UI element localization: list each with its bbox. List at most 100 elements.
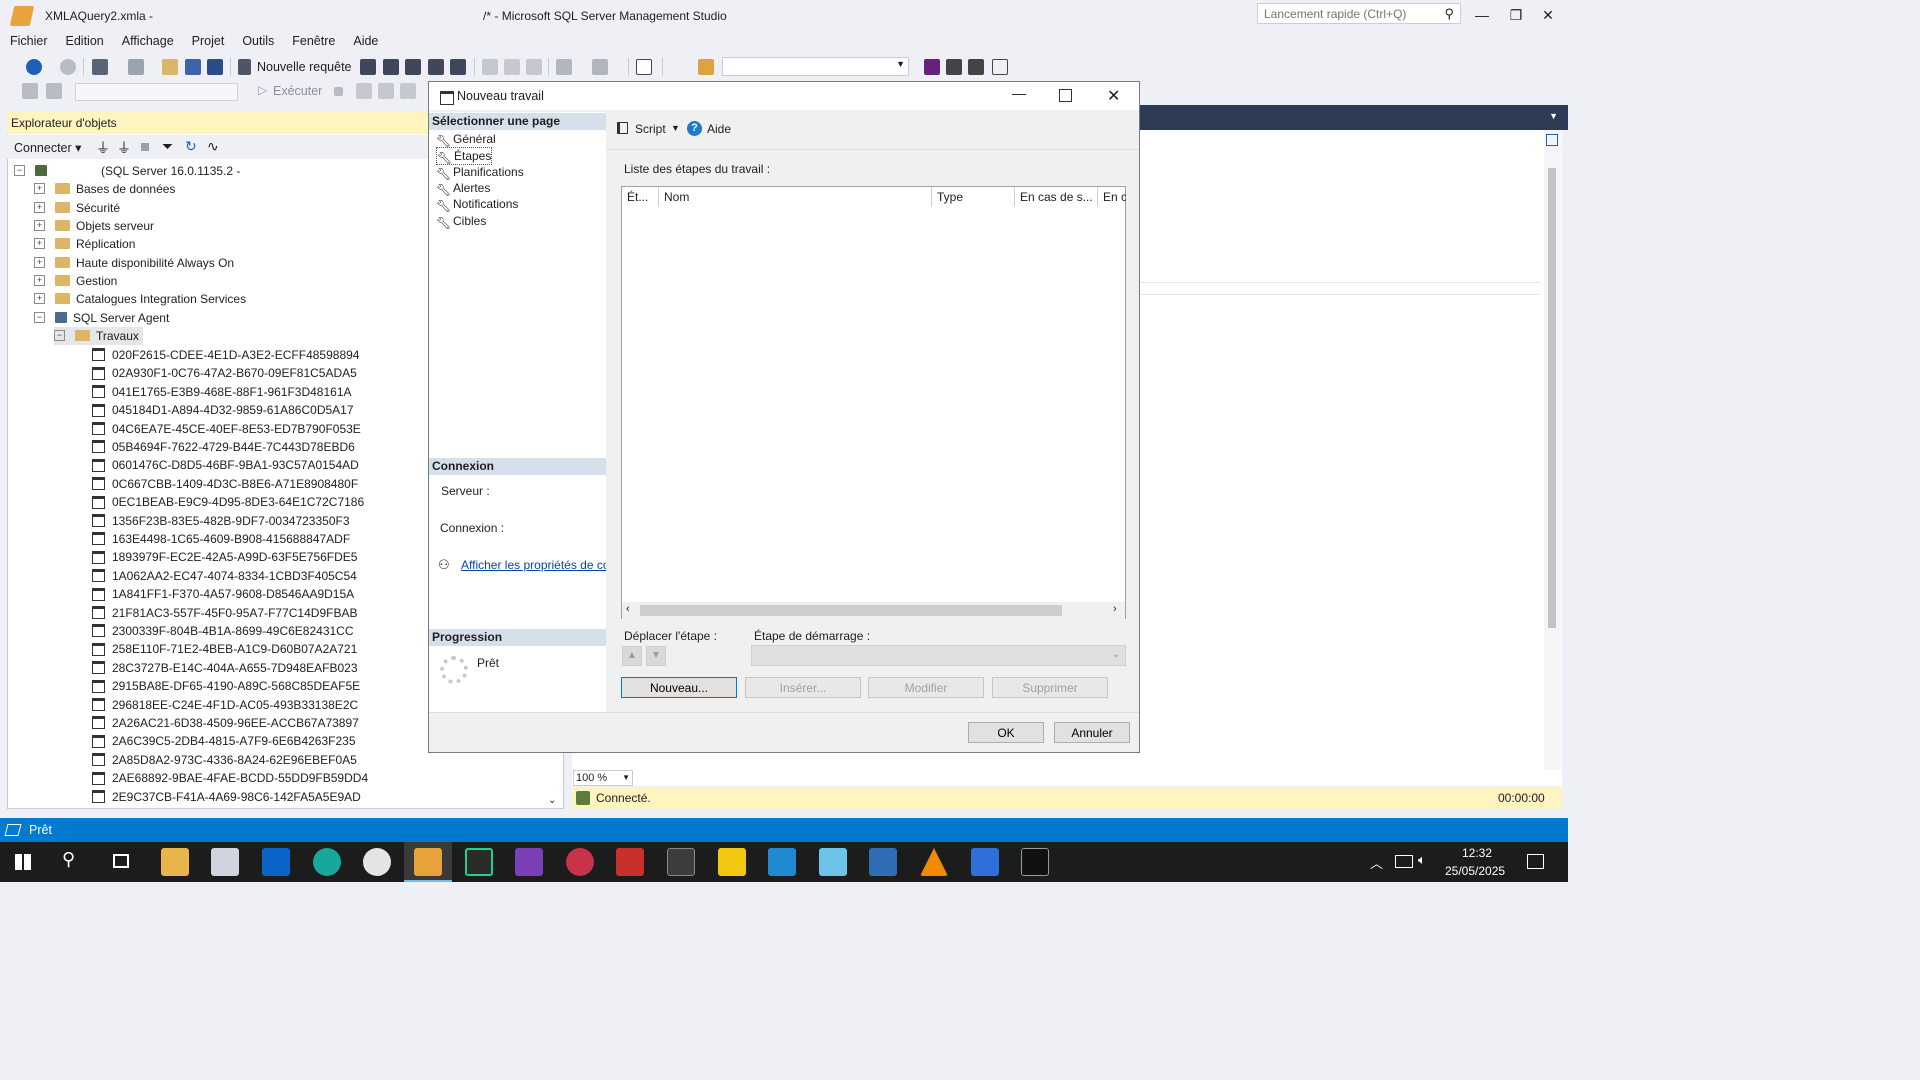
page-steps[interactable]: 🔧︎ Étapes	[436, 147, 493, 165]
paste-icon[interactable]	[526, 59, 542, 75]
execute-button[interactable]: Exécuter	[273, 84, 322, 98]
column-header-on-failure[interactable]: En c	[1098, 187, 1126, 207]
edit-step-button[interactable]: Modifier	[868, 677, 984, 698]
tree-node-server-objects[interactable]: + Objets serveur	[34, 217, 154, 235]
db-query-icon[interactable]	[360, 59, 376, 75]
app-icon[interactable]	[616, 848, 644, 876]
quick-launch[interactable]: ⚲	[1257, 3, 1461, 24]
job-item[interactable]: 296818EE-C24E-4F1D-AC05-493B33138E2C	[92, 696, 358, 714]
window-layout-icon[interactable]	[992, 59, 1008, 75]
job-item[interactable]: 1A062AA2-EC47-4074-8334-1CBD3F405C54	[92, 567, 357, 585]
parse-icon[interactable]	[356, 83, 372, 99]
activity-monitor-icon[interactable]	[636, 59, 652, 75]
new-query-icon[interactable]	[238, 59, 251, 75]
scroll-right-icon[interactable]: ›	[1113, 603, 1117, 615]
job-item[interactable]: 2AE68892-9BAE-4FAE-BCDD-55DD9FB59DD4	[92, 769, 368, 787]
expand-icon[interactable]: +	[34, 293, 45, 305]
page-targets[interactable]: 🔧︎ Cibles	[436, 213, 486, 230]
connect-dropdown[interactable]: Connecter ▾	[14, 140, 81, 155]
column-header-name[interactable]: Nom	[659, 187, 932, 207]
clock-app-icon[interactable]	[363, 848, 391, 876]
menu-fenetre[interactable]: Fenêtre	[283, 32, 344, 48]
expand-icon[interactable]: +	[34, 238, 45, 250]
job-item[interactable]: 1356F23B-83E5-482B-9DF7-0034723350F3	[92, 512, 350, 530]
job-item[interactable]: 045184D1-A894-4D32-9859-61A86C0D5A17	[92, 401, 354, 419]
vscode-icon[interactable]	[768, 848, 796, 876]
windows-start-icon[interactable]	[15, 854, 31, 870]
job-item[interactable]: 2915BA8E-DF65-4190-A89C-568C85DEAF5E	[92, 677, 360, 695]
clock-time[interactable]: 12:32	[1462, 846, 1492, 860]
delete-step-button[interactable]: Supprimer	[992, 677, 1108, 698]
dialog-minimize-button[interactable]: —	[1012, 85, 1026, 101]
column-header-type[interactable]: Type	[932, 187, 1015, 207]
page-alerts[interactable]: 🔧︎ Alertes	[436, 180, 490, 197]
editor-vscrollbar[interactable]	[1544, 130, 1561, 770]
visual-studio-icon[interactable]	[515, 848, 543, 876]
undo-icon[interactable]	[556, 59, 572, 75]
redo-icon[interactable]	[592, 59, 608, 75]
tree-node-sql-agent[interactable]: − SQL Server Agent	[34, 309, 169, 327]
move-down-button[interactable]: ▼	[646, 646, 666, 666]
grid-hscrollbar[interactable]: ‹ ›	[622, 602, 1125, 619]
job-item[interactable]: 258E110F-71E2-4BEB-A1C9-D60B07A2A721	[92, 640, 357, 658]
edge-icon[interactable]	[313, 848, 341, 876]
back-icon[interactable]	[26, 59, 42, 75]
connect-icon[interactable]	[22, 83, 38, 99]
ssms-icon[interactable]	[414, 848, 442, 876]
collapse-icon[interactable]: −	[54, 330, 65, 342]
steps-grid[interactable]: Ét... Nom Type En cas de s... En c ‹ ›	[621, 186, 1126, 619]
move-up-button[interactable]: ▲	[622, 646, 642, 666]
file-explorer-icon[interactable]	[161, 848, 189, 876]
column-header-on-success[interactable]: En cas de s...	[1015, 187, 1098, 207]
activity-icon[interactable]: ∿	[207, 138, 219, 155]
job-item[interactable]: 2E9C37CB-F41A-4A69-98C6-142FA5A5E9AD	[92, 788, 361, 806]
ok-button[interactable]: OK	[968, 722, 1044, 743]
tree-node-jobs[interactable]: − Travaux	[54, 327, 143, 345]
new-project-icon[interactable]	[92, 59, 108, 75]
results-text-icon[interactable]	[400, 83, 416, 99]
app-icon[interactable]	[566, 848, 594, 876]
zoom-combo[interactable]: 100 % ▼	[573, 770, 633, 786]
tree-node-management[interactable]: + Gestion	[34, 272, 117, 290]
menu-edition[interactable]: Edition	[57, 32, 113, 48]
new-step-button[interactable]: Nouveau...	[621, 677, 737, 698]
job-item[interactable]: 2A26AC21-6D38-4509-96EE-ACCB67A73897	[92, 714, 359, 732]
script-button[interactable]: Script	[635, 122, 666, 136]
disconnect-icon[interactable]	[46, 83, 62, 99]
expand-icon[interactable]: +	[34, 183, 45, 195]
open-folder-icon[interactable]	[162, 59, 178, 75]
database-combo[interactable]	[75, 83, 238, 101]
tree-node-integration-services[interactable]: + Catalogues Integration Services	[34, 290, 246, 308]
dmx-icon[interactable]	[405, 59, 421, 75]
terminal-app-icon[interactable]	[667, 848, 695, 876]
job-item[interactable]: 2A6C39C5-2DB4-4815-A7F9-6E6B4263F235	[92, 732, 356, 750]
start-step-combo[interactable]: ⌄	[751, 645, 1126, 666]
stop-icon[interactable]	[334, 87, 343, 96]
job-item[interactable]: 04C6EA7E-45CE-40EF-8E53-ED7B790F053E	[92, 420, 361, 438]
quick-launch-input[interactable]	[1262, 6, 1442, 22]
split-icon[interactable]	[1546, 134, 1558, 146]
powershell-icon[interactable]	[971, 848, 999, 876]
plug-all-icon[interactable]: ⏚	[117, 138, 131, 158]
cut-icon[interactable]	[482, 59, 498, 75]
menu-fichier[interactable]: Fichier	[0, 32, 57, 48]
volume-icon[interactable]: 🔈︎	[1418, 852, 1426, 868]
filter-icon[interactable]: ⏷	[162, 138, 173, 155]
menu-outils[interactable]: Outils	[233, 32, 283, 48]
job-item[interactable]: 1A841FF1-F370-4A57-9608-D8546AA9D15A	[92, 585, 354, 603]
script-dropdown-icon[interactable]: ▼	[671, 123, 680, 133]
expand-icon[interactable]: +	[34, 202, 45, 214]
column-header-step[interactable]: Ét...	[622, 187, 659, 207]
plug-icon[interactable]: ⏚	[96, 138, 110, 158]
cmd-icon[interactable]	[1021, 848, 1049, 876]
menu-projet[interactable]: Projet	[183, 32, 234, 48]
find-combo[interactable]: ▼	[722, 57, 909, 76]
job-item[interactable]: 020F2615-CDEE-4E1D-A3E2-ECFF48598894	[92, 346, 359, 364]
mdx-icon[interactable]	[383, 59, 399, 75]
copy-icon[interactable]	[504, 59, 520, 75]
tree-node-databases[interactable]: + Bases de données	[34, 180, 175, 198]
app-icon[interactable]	[869, 848, 897, 876]
refresh-icon[interactable]: ↻	[185, 138, 197, 155]
menu-affichage[interactable]: Affichage	[113, 32, 183, 48]
expand-icon[interactable]: +	[34, 257, 45, 269]
